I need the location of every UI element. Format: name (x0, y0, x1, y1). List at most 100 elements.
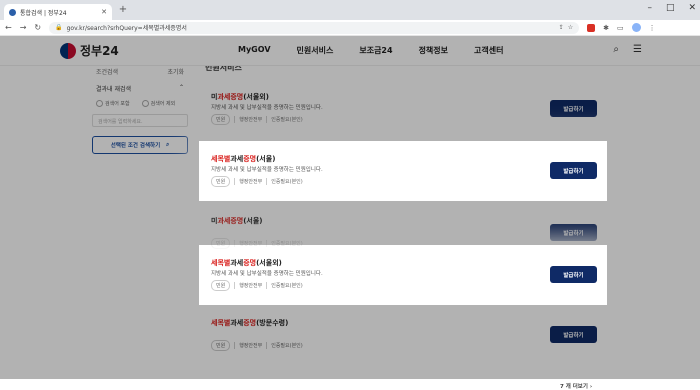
result-card[interactable]: 세목별과세증명(방문수령) 민원 행정안전부 인증필요(본인) 발급하기 (205, 311, 601, 359)
tab-close-icon[interactable]: ✕ (101, 8, 107, 16)
forward-icon[interactable]: → (20, 23, 27, 32)
divider (266, 116, 268, 123)
type-badge: 민원 (211, 238, 231, 249)
filter-options: 검색어 포함 검색어 제외 (90, 100, 190, 107)
maximize-button[interactable]: □ (666, 3, 675, 13)
menu-mygov[interactable]: MyGOV (238, 45, 271, 56)
chevron-up-icon[interactable]: ⌃ (179, 84, 184, 93)
issue-button[interactable]: 발급하기 (550, 162, 597, 179)
within-results-label: 결과내 재검색 (96, 86, 132, 93)
page: 정부24 MyGOV 민원서비스 보조금24 정책정보 고객센터 ⌕ ☰ 조건검… (0, 36, 700, 390)
service-tags: 민원 행정안전부 인증필요(본인) (211, 238, 303, 249)
divider (266, 178, 268, 185)
tag-text: 행정안전부 (239, 343, 263, 349)
refine-search-input[interactable]: 검색어를 입력하세요. (92, 114, 188, 127)
tag-text: 인증필요(본인) (271, 117, 303, 123)
result-card[interactable]: 미과세증명(서울외) 지방세 과세 및 납부실적을 증명하는 민원입니다. 민원 행정… (205, 85, 601, 133)
profile-avatar[interactable] (631, 23, 641, 32)
site-logo[interactable]: 정부24 (60, 42, 119, 59)
service-tags: 민원 행정안전부 인증필요(본인) (211, 176, 303, 187)
reset-button[interactable]: 초기화 (167, 67, 184, 76)
issue-button[interactable]: 발급하기 (550, 224, 597, 241)
logo-text: 정부24 (80, 44, 119, 58)
option-include[interactable]: 검색어 포함 (96, 100, 130, 107)
type-badge: 민원 (211, 280, 231, 291)
tag-text: 행정안전부 (239, 241, 263, 247)
divider (266, 282, 268, 289)
more-label: 7 개 더보기 (560, 384, 588, 390)
main-menu: MyGOV 민원서비스 보조금24 정책정보 고객센터 (238, 45, 503, 56)
service-name[interactable]: 세목별과세증명(서울) (211, 154, 275, 164)
option-exclude[interactable]: 검색어 제외 (142, 100, 176, 107)
result-card[interactable]: 미과세증명(서울) 민원 행정안전부 인증필요(본인) 발급하기 (205, 209, 601, 257)
extensions: ✱ ▭ ⋮ (587, 23, 656, 32)
within-results-header[interactable]: 결과내 재검색 ⌃ (90, 84, 190, 93)
issue-button[interactable]: 발급하기 (550, 266, 597, 283)
result-card[interactable]: 세목별과세증명(서울외) 지방세 과세 및 납부실적을 증명하는 민원입니다. 민원… (205, 251, 601, 299)
section-title: 민원서비스 (205, 66, 242, 72)
issue-button[interactable]: 발급하기 (550, 100, 597, 117)
service-tags: 민원 행정안전부 인증필요(본인) (211, 340, 303, 351)
filter-header: 조건검색 초기화 (90, 66, 190, 76)
tag-text: 인증필요(본인) (271, 343, 303, 349)
dim-overlay (0, 245, 199, 305)
type-badge: 민원 (211, 114, 231, 125)
apply-filter-button[interactable]: 선택된 조건 검색하기 ⌕ (92, 136, 188, 154)
service-name[interactable]: 미과세증명(서울외) (211, 92, 269, 102)
divider (234, 116, 236, 123)
new-tab-button[interactable]: + (117, 4, 129, 15)
menu-policy[interactable]: 정책정보 (419, 45, 448, 56)
menu-subsidy[interactable]: 보조금24 (359, 45, 392, 56)
result-card[interactable]: 세목별과세증명(서울) 지방세 과세 및 납부실적을 증명하는 민원입니다. 민원 행… (205, 147, 601, 195)
puzzle-icon[interactable]: ✱ (603, 24, 609, 32)
tab-title: 통합검색 | 정부24 (20, 9, 67, 17)
extension-icon[interactable] (587, 23, 596, 32)
more-results-link[interactable]: 7 개 더보기 › (560, 382, 592, 390)
tag-text: 인증필요(본인) (271, 241, 303, 247)
global-nav: 정부24 MyGOV 민원서비스 보조금24 정책정보 고객센터 ⌕ ☰ (0, 36, 700, 66)
menu-civil-service[interactable]: 민원서비스 (297, 45, 334, 56)
divider (234, 240, 236, 247)
type-badge: 민원 (211, 176, 231, 187)
condition-search-label: 조건검색 (96, 68, 119, 76)
tag-text: 행정안전부 (239, 283, 263, 289)
back-icon[interactable]: ← (5, 23, 12, 32)
service-name[interactable]: 세목별과세증명(서울외) (211, 258, 282, 268)
address-bar[interactable]: 🔒 gov.kr/search?srhQuery=세목별과세증명서 ⇪ ☆ (49, 21, 580, 34)
issue-button[interactable]: 발급하기 (550, 326, 597, 343)
service-name[interactable]: 세목별과세증명(방문수령) (211, 318, 288, 328)
bookmark-star-icon[interactable]: ☆ (568, 24, 573, 31)
close-window-button[interactable]: ✕ (688, 3, 696, 13)
divider (266, 342, 268, 349)
service-description: 지방세 과세 및 납부실적을 증명하는 민원입니다. (211, 271, 323, 277)
tag-text: 행정안전부 (239, 117, 263, 123)
service-description: 지방세 과세 및 납부실적을 증명하는 민원입니다. (211, 167, 323, 173)
window-controls: – □ ✕ (647, 3, 696, 13)
divider (234, 178, 236, 185)
menu-icon[interactable]: ☰ (633, 44, 642, 55)
results-section: 민원서비스 미과세증명(서울외) 지방세 과세 및 납부실적을 증명하는 민원입니… (205, 66, 605, 359)
share-icon[interactable]: ⇪ (559, 24, 564, 31)
header-icons: ⌕ ☰ (613, 44, 642, 55)
taegeuk-logo-icon (60, 42, 76, 59)
lock-icon: 🔒 (55, 24, 63, 31)
service-name[interactable]: 미과세증명(서울) (211, 216, 263, 226)
browser-tab[interactable]: 통합검색 | 정부24 ✕ (4, 4, 112, 20)
browser-toolbar: ← → ↻ 🔒 gov.kr/search?srhQuery=세목별과세증명서 … (0, 20, 700, 36)
dim-overlay (607, 141, 700, 201)
search-icon[interactable]: ⌕ (613, 44, 619, 55)
browser-chrome: 통합검색 | 정부24 ✕ + – □ ✕ ← → ↻ 🔒 gov.kr/sea… (0, 0, 700, 36)
tag-text: 행정안전부 (239, 179, 263, 185)
sidebar-icon[interactable]: ▭ (617, 24, 624, 32)
tag-text: 인증필요(본인) (271, 283, 303, 289)
divider (234, 342, 236, 349)
service-tags: 민원 행정안전부 인증필요(본인) (211, 280, 303, 291)
kebab-menu-icon[interactable]: ⋮ (649, 24, 656, 32)
apply-filter-label: 선택된 조건 검색하기 (110, 143, 161, 149)
menu-customer-center[interactable]: 고객센터 (474, 45, 503, 56)
reload-icon[interactable]: ↻ (34, 23, 41, 32)
minimize-button[interactable]: – (647, 3, 652, 13)
type-badge: 민원 (211, 340, 231, 351)
favicon-icon (9, 8, 16, 16)
dim-overlay (607, 245, 700, 305)
